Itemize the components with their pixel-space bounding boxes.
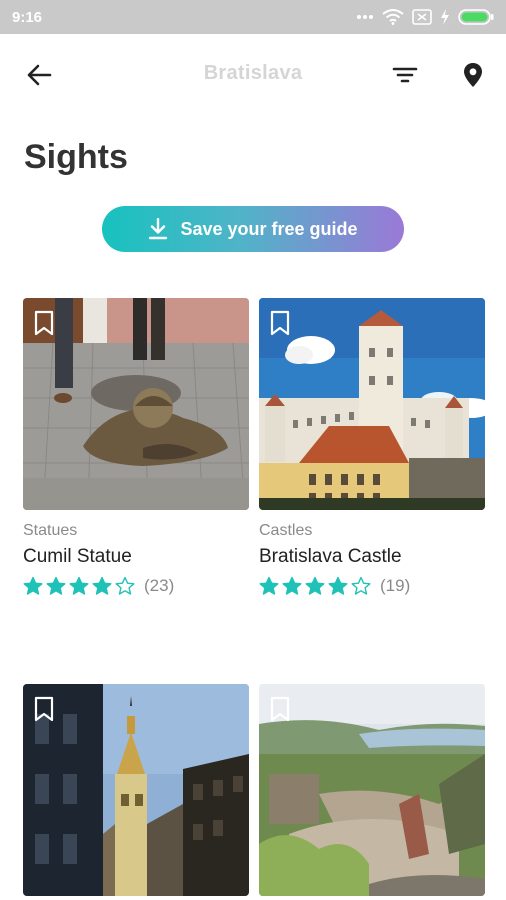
cumil-statue-photo: [23, 298, 249, 510]
status-time: 9:16: [12, 8, 43, 26]
castle-ruins-photo: [259, 684, 485, 896]
download-icon: [149, 218, 168, 240]
bookmark-icon[interactable]: [33, 310, 55, 336]
location-button[interactable]: [458, 60, 488, 90]
star-filled-icon: [305, 576, 325, 595]
card-image[interactable]: [259, 684, 485, 896]
star-filled-icon: [328, 576, 348, 595]
star-filled-icon: [282, 576, 302, 595]
status-icons: [356, 9, 494, 25]
star-empty-icon: [351, 576, 371, 595]
star-filled-icon: [46, 576, 66, 595]
card-rating: (19): [259, 576, 485, 596]
page-title: Sights: [24, 138, 128, 176]
app-title: Bratislava: [203, 62, 303, 84]
location-pin-icon: [464, 63, 482, 87]
sim-off-icon: [412, 9, 432, 25]
app-bar: Bratislava: [0, 34, 506, 114]
filter-button[interactable]: [390, 60, 420, 90]
bookmark-icon[interactable]: [33, 696, 55, 722]
card-name: Cumil Statue: [23, 546, 132, 567]
star-filled-icon: [23, 576, 43, 595]
save-guide-label: Save your free guide: [180, 218, 358, 239]
michaels-gate-photo: [23, 684, 249, 896]
card-category: Statues: [23, 522, 78, 539]
review-count: (23): [144, 576, 175, 595]
sight-card-bratislava-castle[interactable]: Castles Bratislava Castle (19): [259, 298, 485, 596]
battery-icon: [458, 9, 494, 25]
more-dots-icon: [356, 14, 374, 20]
star-filled-icon: [69, 576, 89, 595]
sight-card-tower[interactable]: [23, 684, 249, 896]
filter-icon: [392, 67, 418, 83]
card-image[interactable]: [23, 684, 249, 896]
card-image[interactable]: [259, 298, 485, 510]
card-name: Bratislava Castle: [259, 546, 402, 567]
wifi-icon: [382, 9, 404, 25]
save-guide-button[interactable]: Save your free guide: [102, 206, 404, 252]
card-rating: (23): [23, 576, 249, 596]
star-filled-icon: [92, 576, 112, 595]
star-empty-icon: [115, 576, 135, 595]
charging-icon: [440, 9, 450, 25]
bookmark-icon[interactable]: [269, 696, 291, 722]
sight-card-ruins[interactable]: [259, 684, 485, 896]
bratislava-castle-photo: [259, 298, 485, 510]
star-filled-icon: [259, 576, 279, 595]
card-image[interactable]: [23, 298, 249, 510]
bookmark-icon[interactable]: [269, 310, 291, 336]
review-count: (19): [380, 576, 411, 595]
card-category: Castles: [259, 522, 313, 539]
sight-card-cumil-statue[interactable]: Statues Cumil Statue (23): [23, 298, 249, 596]
status-bar: 9:16: [0, 0, 506, 34]
